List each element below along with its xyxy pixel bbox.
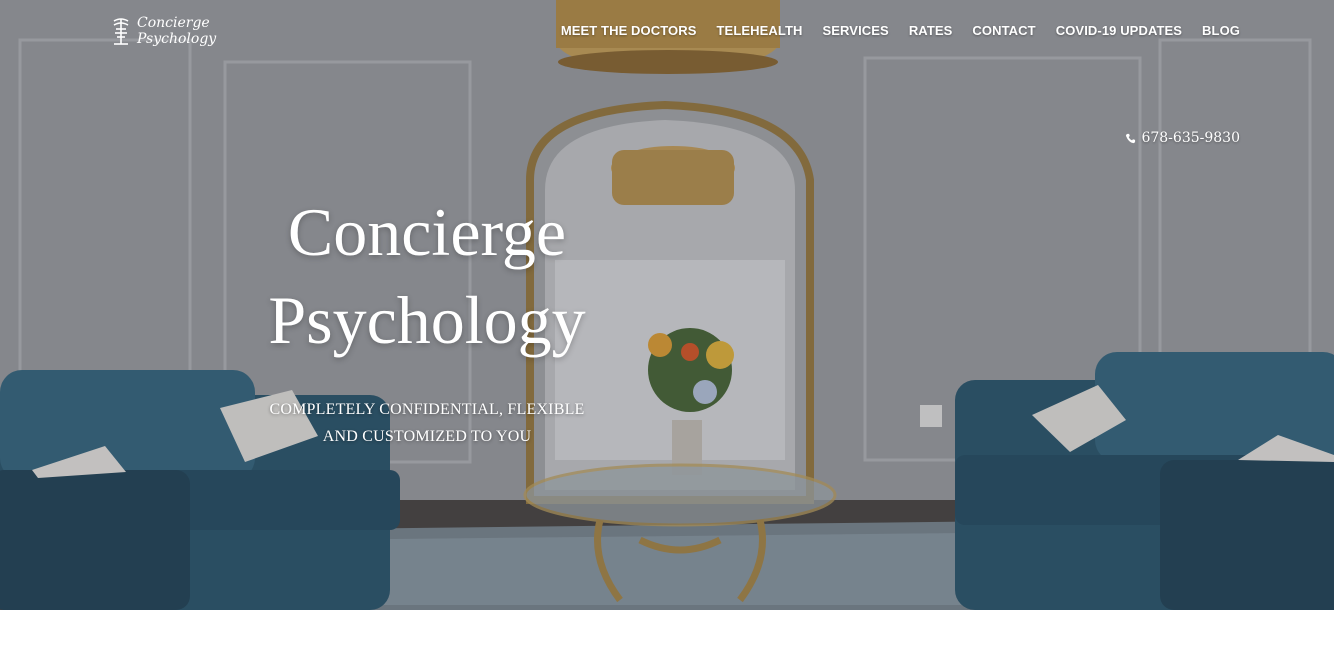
nav-contact[interactable]: CONTACT: [972, 23, 1035, 38]
hero-title-line1: Concierge: [287, 194, 567, 270]
main-nav: MEET THE DOCTORS TELEHEALTH SERVICES RAT…: [561, 23, 1240, 38]
hero-section: Concierge Psychology MEET THE DOCTORS TE…: [0, 0, 1334, 610]
phone-number: 678-635-9830: [1141, 130, 1240, 146]
nav-telehealth[interactable]: TELEHEALTH: [717, 23, 803, 38]
nav-blog[interactable]: BLOG: [1202, 23, 1240, 38]
nav-meet-the-doctors[interactable]: MEET THE DOCTORS: [561, 23, 697, 38]
logo-crest-icon: [113, 18, 129, 45]
phone-icon: [1126, 133, 1136, 143]
hero-tagline: COMPLETELY CONFIDENTIAL, FLEXIBLE AND CU…: [230, 396, 624, 450]
nav-services[interactable]: SERVICES: [823, 23, 889, 38]
nav-rates[interactable]: RATES: [909, 23, 953, 38]
logo-text-line1: Concierge: [137, 15, 210, 31]
hero-tagline-line2: AND CUSTOMIZED TO YOU: [322, 428, 532, 445]
hero-tagline-line1: COMPLETELY CONFIDENTIAL, FLEXIBLE: [269, 401, 585, 418]
hero-title-line2: Psychology: [268, 282, 586, 358]
logo-text-line2: Psychology: [137, 31, 217, 47]
site-logo[interactable]: Concierge Psychology: [110, 14, 220, 50]
hero-dark-overlay: [0, 0, 1334, 610]
nav-covid-19-updates[interactable]: COVID-19 UPDATES: [1056, 23, 1182, 38]
phone-link[interactable]: 678-635-9830: [1125, 130, 1240, 146]
hero-title: Concierge Psychology: [210, 188, 644, 364]
